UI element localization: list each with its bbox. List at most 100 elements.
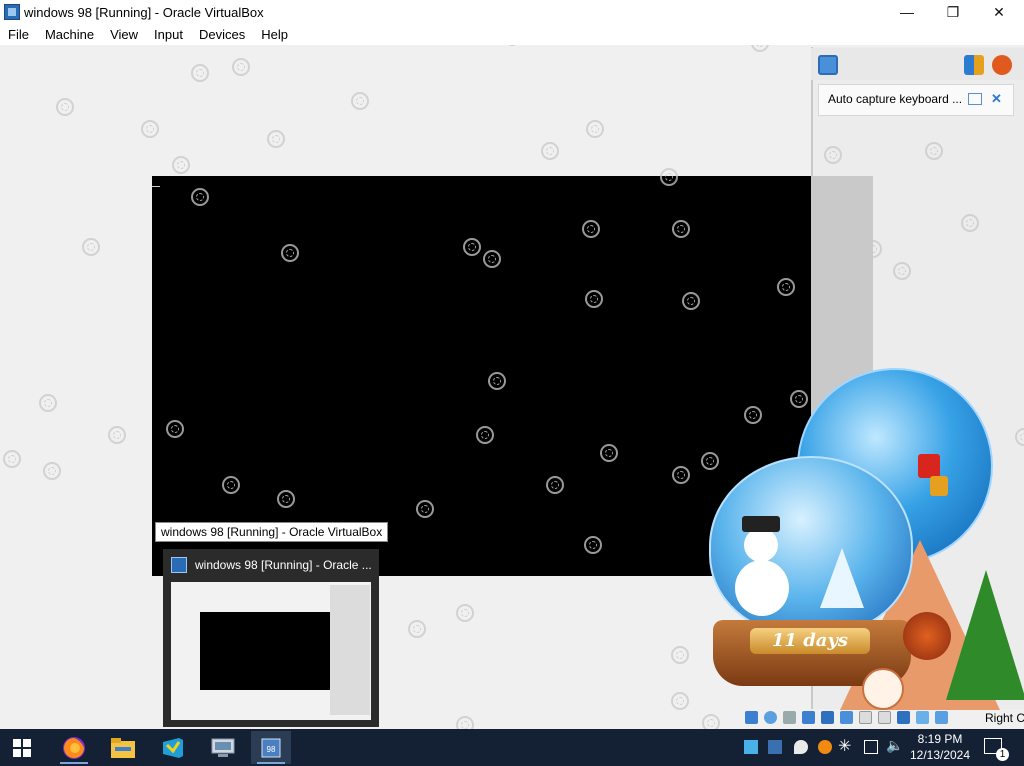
snowflake: [864, 240, 882, 258]
snowflake: [701, 452, 719, 470]
snowflake: [222, 476, 240, 494]
vm-screen[interactable]: [152, 176, 811, 576]
menu-devices[interactable]: Devices: [191, 24, 253, 45]
snowflake: [43, 462, 61, 480]
host-key-label: Right Ctrl: [985, 711, 1024, 725]
snowflake: [416, 500, 434, 518]
hard-disk-icon[interactable]: [745, 711, 758, 724]
snowflake: [925, 142, 943, 160]
snow-globe-small: [709, 456, 913, 636]
snowman-head: [744, 528, 778, 562]
floppy-icon[interactable]: [783, 711, 796, 724]
menu-input[interactable]: Input: [146, 24, 191, 45]
notification-count: 1: [996, 748, 1009, 761]
snowflake: [56, 98, 74, 116]
recording-icon[interactable]: [897, 711, 910, 724]
do-not-show-icon[interactable]: [968, 93, 982, 105]
snowflake: [488, 372, 506, 390]
audio-icon[interactable]: [802, 711, 815, 724]
close-button[interactable]: ✕: [976, 0, 1022, 24]
snowflake: [682, 292, 700, 310]
snowflake: [483, 250, 501, 268]
firefox-icon[interactable]: [54, 731, 94, 764]
tray-app-icon[interactable]: [744, 740, 758, 754]
snowflake: [476, 426, 494, 444]
taskbar-tooltip: windows 98 [Running] - Oracle VirtualBox: [155, 522, 389, 542]
close-all-icon[interactable]: [992, 55, 1012, 75]
snowflake: [541, 142, 559, 160]
virtualbox-icon: [171, 557, 187, 573]
message-text: Auto capture keyboard ...: [828, 92, 963, 106]
snowflake: [582, 220, 600, 238]
menu-file[interactable]: File: [0, 24, 37, 45]
network-icon[interactable]: [203, 731, 243, 764]
snowflake: [456, 604, 474, 622]
snowman-hat: [742, 516, 780, 532]
menu-view[interactable]: View: [102, 24, 146, 45]
snowflake: [671, 692, 689, 710]
window-title: windows 98 [Running] - Oracle VirtualBox: [24, 5, 264, 20]
snowflake: [777, 278, 795, 296]
file-explorer-icon[interactable]: [103, 731, 143, 764]
spark-icon[interactable]: ✳: [838, 736, 851, 756]
sort-icon[interactable]: [964, 55, 984, 75]
minimize-button[interactable]: —: [884, 0, 930, 24]
search-tray-icon[interactable]: [818, 740, 832, 754]
text-cursor: [152, 186, 160, 187]
snowflake: [672, 466, 690, 484]
snowy-tree: [820, 548, 864, 608]
snowflake: [672, 220, 690, 238]
menu-machine[interactable]: Machine: [37, 24, 102, 45]
tray-tool-icon[interactable]: [768, 740, 782, 754]
start-icon[interactable]: [2, 731, 42, 764]
snowflake: [584, 536, 602, 554]
virtualbox-icon[interactable]: [4, 4, 20, 20]
clock-date[interactable]: 12/13/2024: [908, 748, 972, 762]
snowflake: [408, 620, 426, 638]
snowflake: [281, 244, 299, 262]
mouse-integration-icon[interactable]: [935, 711, 948, 724]
menu-help[interactable]: Help: [253, 24, 296, 45]
gift-box-icon: [930, 476, 948, 496]
snowflake: [660, 168, 678, 186]
snowflake: [141, 120, 159, 138]
snowman: [735, 560, 789, 616]
christmas-tree: [946, 570, 1024, 700]
countdown-label: 11 days: [750, 628, 870, 654]
snowflake: [82, 238, 100, 256]
ornament-circle: [862, 668, 904, 710]
display-icon[interactable]: [878, 711, 891, 724]
preview-title: windows 98 [Running] - Oracle ...: [195, 558, 372, 572]
snowflake: [277, 490, 295, 508]
snowflake: [3, 450, 21, 468]
snowflake: [172, 156, 190, 174]
snowflake: [108, 426, 126, 444]
snowflake: [463, 238, 481, 256]
snowflake: [586, 120, 604, 138]
snowflake: [585, 290, 603, 308]
snowflake: [166, 420, 184, 438]
drop-icon[interactable]: [794, 740, 808, 754]
network-adapter-icon[interactable]: [821, 711, 834, 724]
snowflake: [39, 394, 57, 412]
close-message-icon[interactable]: ✕: [991, 91, 1002, 107]
snowflake: [790, 390, 808, 408]
virtualbox-icon[interactable]: 98: [251, 731, 291, 764]
snowflake: [267, 130, 285, 148]
visual-studio-icon[interactable]: [153, 731, 193, 764]
snowflake: [671, 646, 689, 664]
preview-side-panel: [330, 585, 370, 715]
optical-drive-icon[interactable]: [764, 711, 777, 724]
clock-time[interactable]: 8:19 PM: [912, 732, 968, 746]
network-status-icon[interactable]: [864, 740, 878, 754]
preview-vm-screen: [200, 612, 330, 690]
usb-icon[interactable]: [840, 711, 853, 724]
snowflake: [824, 146, 842, 164]
snowflake: [961, 214, 979, 232]
maximize-button[interactable]: ❐: [930, 0, 976, 24]
cpu-icon[interactable]: [916, 711, 929, 724]
shared-folders-icon[interactable]: [859, 711, 872, 724]
snowflake: [546, 476, 564, 494]
message-panel-icon[interactable]: [818, 55, 838, 75]
volume-muted-icon[interactable]: 🔈: [886, 737, 903, 754]
